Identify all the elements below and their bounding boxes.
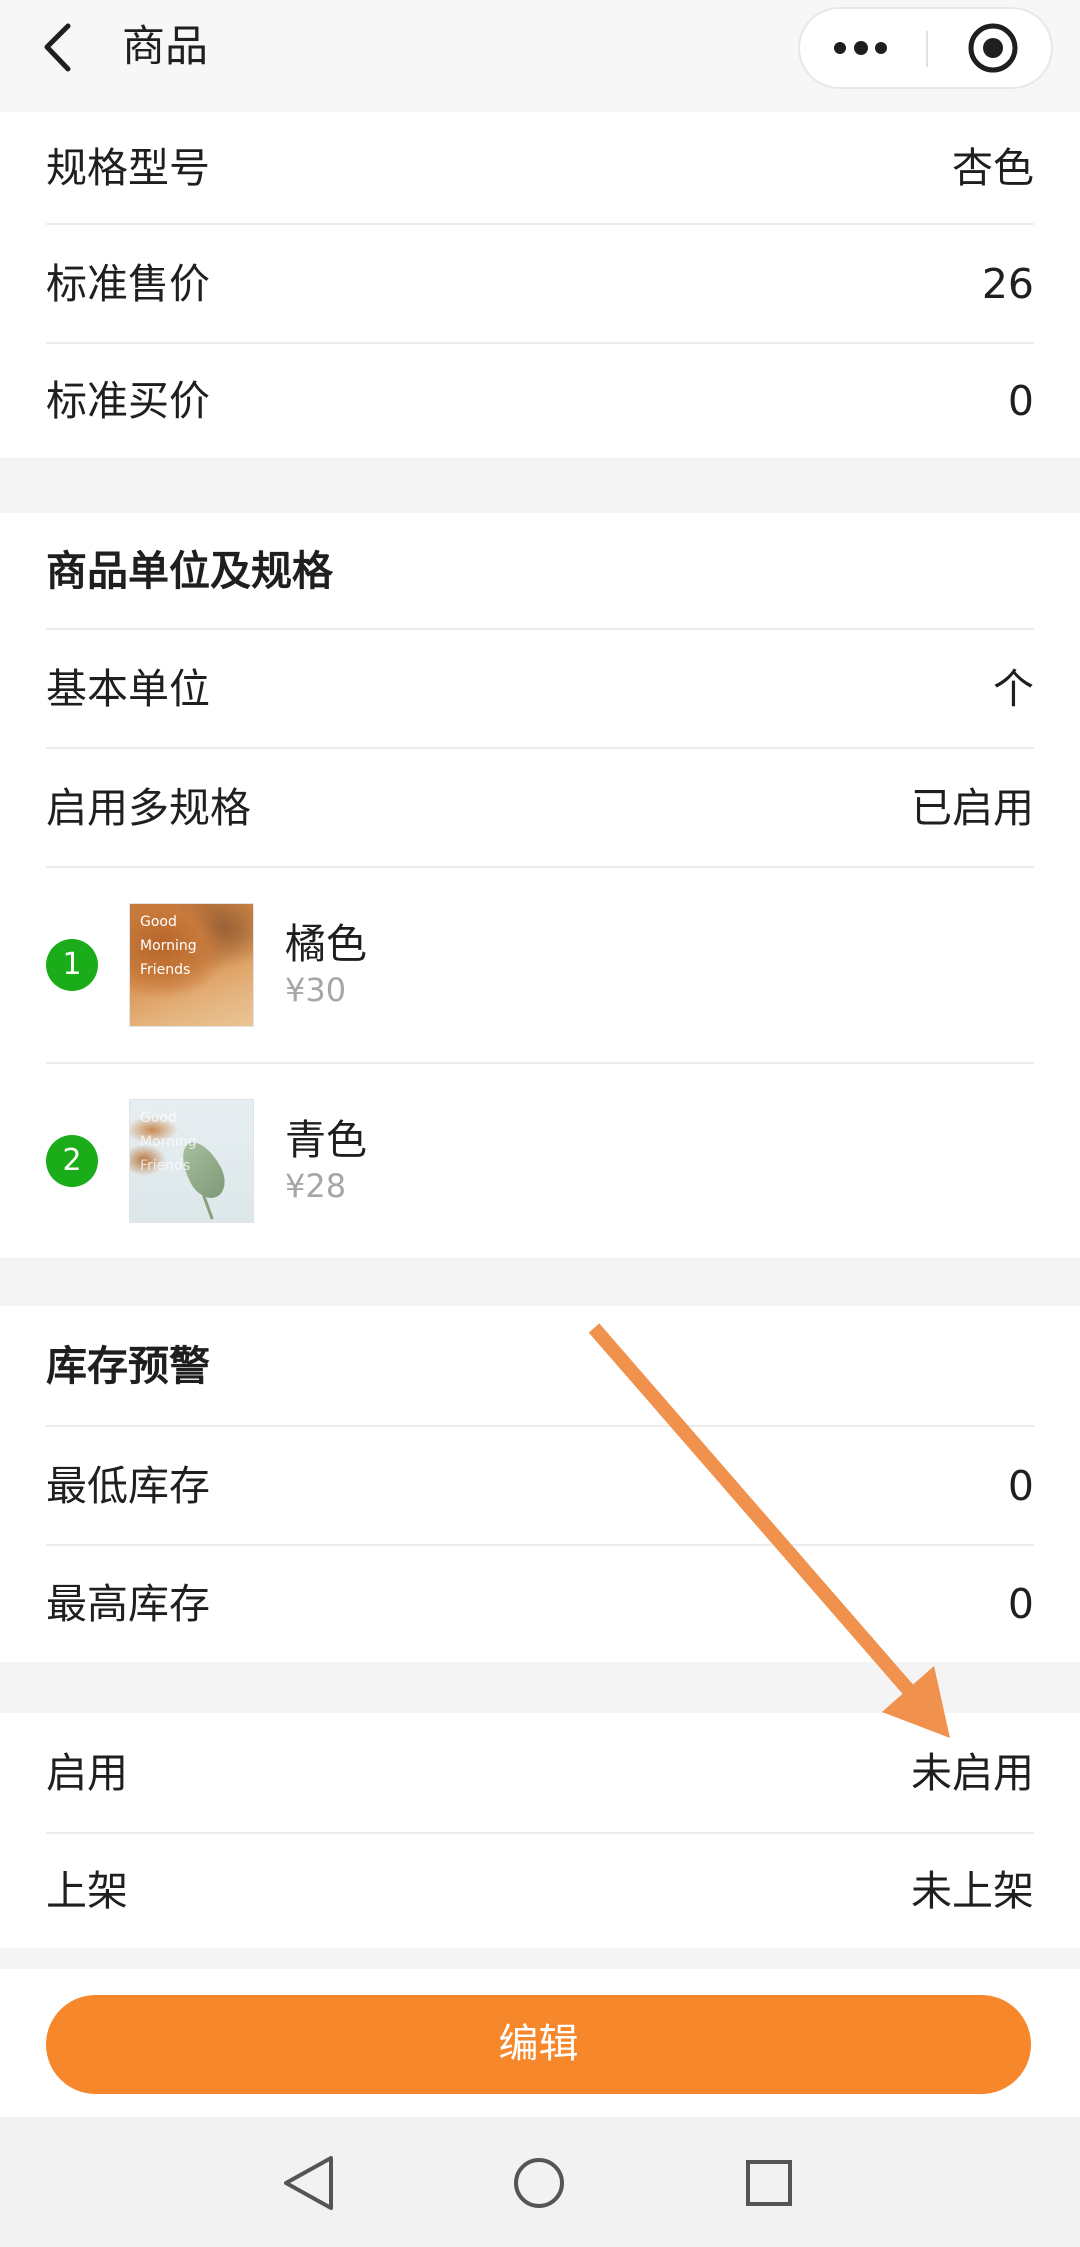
- row-value: 已启用: [911, 783, 1034, 832]
- caption-line: Friends: [140, 1158, 191, 1174]
- row-label: 规格型号: [46, 143, 210, 192]
- nav-back-button[interactable]: [268, 2147, 348, 2219]
- row-value: 0: [1007, 1580, 1034, 1628]
- nav-recents-square-icon: [746, 2160, 792, 2206]
- bottom-action-bar: 编辑: [0, 1969, 1080, 2117]
- variant-index-badge: 1: [46, 939, 98, 991]
- status-section: 启用 未启用 上架 未上架: [0, 1713, 1080, 1948]
- back-button[interactable]: [34, 18, 84, 78]
- variant-name: 青色: [285, 1116, 367, 1164]
- multi-spec-row: 启用多规格 已启用: [46, 749, 1034, 868]
- max-stock-row: 最高库存 0: [46, 1546, 1034, 1662]
- row-label: 上架: [46, 1867, 128, 1915]
- variant-name: 橘色: [285, 920, 367, 968]
- basic-info-section: 规格型号 杏色 标准售价 26 标准买价 0: [0, 112, 1080, 458]
- listed-row: 上架 未上架: [46, 1834, 1034, 1948]
- row-value: 杏色: [952, 143, 1034, 192]
- section-title: 商品单位及规格: [46, 546, 333, 595]
- page-content: 规格型号 杏色 标准售价 26 标准买价 0 商品单位及规格 基本单位 个 启用…: [0, 112, 1080, 1948]
- row-label: 基本单位: [46, 664, 210, 713]
- spec-model-row: 规格型号 杏色: [46, 112, 1034, 225]
- caption-line: Good: [140, 914, 177, 930]
- variant-item[interactable]: 2 Good Morning Friends 青色 ¥28: [46, 1064, 1034, 1258]
- section-header: 库存预警: [46, 1306, 1034, 1427]
- stock-alert-section: 库存预警 最低库存 0 最高库存 0: [0, 1306, 1080, 1662]
- system-navigation-bar: [0, 2117, 1080, 2247]
- min-stock-row: 最低库存 0: [46, 1427, 1034, 1546]
- target-circle-icon: [968, 23, 1018, 73]
- row-value: 个: [993, 664, 1034, 713]
- caption-line: Good: [140, 1110, 177, 1126]
- row-label: 最低库存: [46, 1461, 210, 1510]
- base-unit-row: 基本单位 个: [46, 630, 1034, 749]
- variant-price: ¥28: [285, 1167, 347, 1205]
- nav-home-button[interactable]: [499, 2147, 579, 2219]
- thumbnail-caption: Good Morning Friends: [140, 910, 197, 982]
- close-button[interactable]: [928, 9, 1053, 87]
- standard-sale-price-row: 标准售价 26: [46, 225, 1034, 344]
- row-label: 启用: [46, 1748, 128, 1797]
- row-label: 启用多规格: [46, 783, 251, 832]
- row-value: 26: [981, 259, 1034, 308]
- nav-recents-button[interactable]: [729, 2147, 809, 2219]
- variant-info: 青色 ¥28: [285, 1115, 367, 1207]
- thumbnail-caption: Good Morning Friends: [140, 1106, 197, 1178]
- variant-index-badge: 2: [46, 1135, 98, 1187]
- more-dots-icon: [834, 41, 887, 55]
- row-value: 未启用: [911, 1748, 1034, 1797]
- edit-button[interactable]: 编辑: [46, 1995, 1031, 2094]
- top-bar: 商品: [0, 0, 1080, 112]
- page-title: 商品: [122, 22, 208, 72]
- row-value: 0: [1007, 377, 1034, 425]
- row-label: 标准售价: [46, 259, 210, 308]
- nav-back-triangle-icon: [284, 2156, 333, 2210]
- section-title: 库存预警: [46, 1341, 210, 1390]
- units-spec-section: 商品单位及规格 基本单位 个 启用多规格 已启用 1 Good Morning …: [0, 513, 1080, 1258]
- more-button[interactable]: [800, 9, 926, 87]
- row-value: 未上架: [911, 1867, 1034, 1915]
- chevron-left-icon: [44, 23, 71, 72]
- row-value: 0: [1007, 1461, 1034, 1510]
- section-header: 商品单位及规格: [46, 513, 1034, 630]
- variant-info: 橘色 ¥30: [285, 919, 367, 1011]
- variant-item[interactable]: 1 Good Morning Friends 橘色 ¥30: [46, 868, 1034, 1064]
- enabled-row: 启用 未启用: [46, 1713, 1034, 1834]
- row-label: 标准买价: [46, 377, 210, 425]
- caption-line: Morning: [140, 1134, 197, 1150]
- caption-line: Morning: [140, 938, 197, 954]
- mini-program-capsule: [798, 7, 1053, 89]
- variant-price: ¥30: [285, 971, 347, 1009]
- variant-thumbnail: Good Morning Friends: [129, 1099, 254, 1223]
- variant-thumbnail: Good Morning Friends: [129, 903, 254, 1027]
- row-label: 最高库存: [46, 1580, 210, 1628]
- nav-home-circle-icon: [514, 2158, 564, 2208]
- caption-line: Friends: [140, 962, 191, 978]
- standard-buy-price-row: 标准买价 0: [46, 344, 1034, 458]
